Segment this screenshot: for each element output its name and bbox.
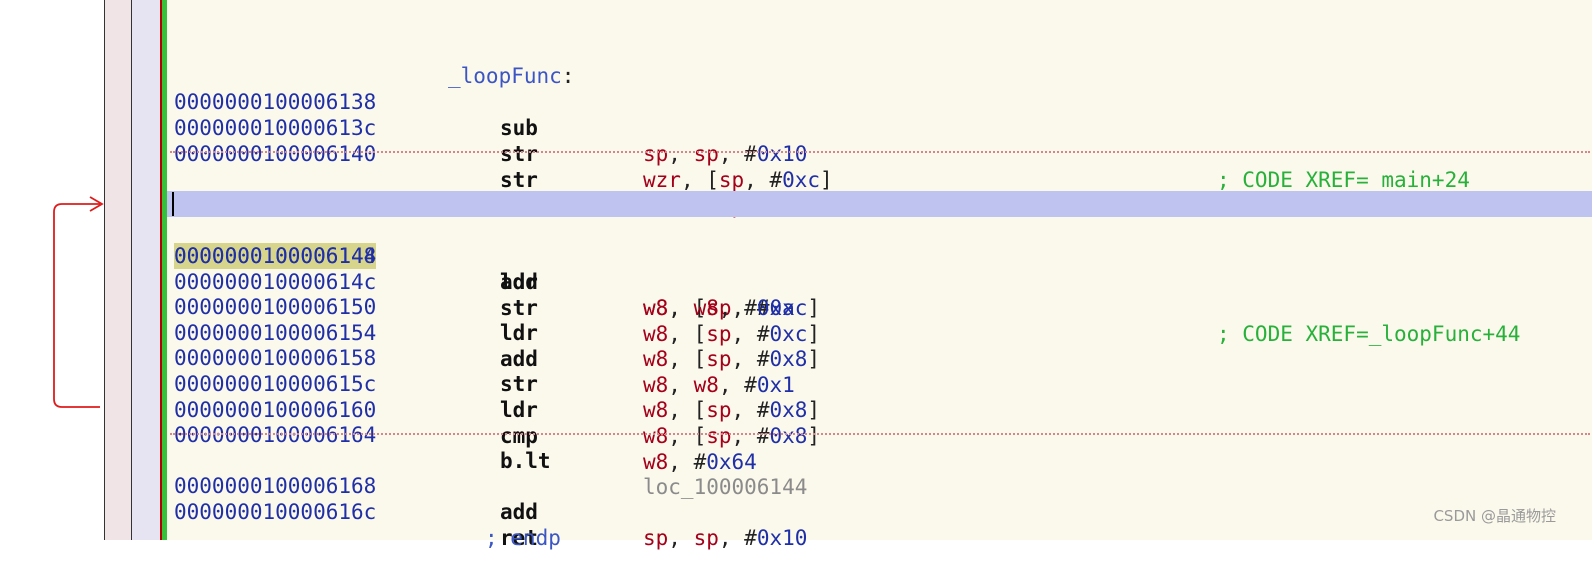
instruction-row[interactable]: 0000000100006154 add w8, w8, #0x1 bbox=[167, 294, 1592, 397]
instruction-row[interactable]: 000000010000614c str w8, [sp, #0xc] bbox=[167, 243, 1592, 346]
instruction-row[interactable]: 0000000100006140 str wzr, [sp, #0x8] bbox=[167, 115, 1592, 218]
instruction-row[interactable]: 000000010000613c str wzr, [sp, #0xc] bbox=[167, 89, 1592, 192]
instruction-row[interactable]: 0000000100006150 ldr w8, [sp, #0x8] bbox=[167, 268, 1592, 371]
address[interactable]: 0000000100006164 bbox=[174, 422, 376, 448]
instruction-row[interactable]: 000000010000615c ldr w8, [sp, #0x8] bbox=[167, 345, 1592, 448]
instruction-row[interactable]: 0000000100006158 str w8, [sp, #0x8] bbox=[167, 319, 1592, 422]
watermark: CSDN @晶通物控 bbox=[1433, 507, 1556, 525]
operands: sp, sp, #0x10 bbox=[643, 526, 808, 550]
instruction-row-selected[interactable]: 0000000100006144 ldr w8, [sp, #0xc] ; CO… bbox=[167, 191, 1592, 346]
block-separator bbox=[170, 433, 1590, 435]
instruction-row[interactable]: 0000000100006164 b.lt loc_100006144 bbox=[167, 396, 1592, 499]
block-separator bbox=[170, 151, 1590, 153]
loc-label-row: loc_100006144: bbox=[167, 165, 1592, 216]
function-label-row: _loopFunc: bbox=[448, 64, 575, 88]
branch-arrow-icon bbox=[53, 196, 104, 408]
operands: sp, sp, #0x10 bbox=[643, 142, 808, 166]
address[interactable]: 0000000100006140 bbox=[174, 141, 376, 167]
instruction-row[interactable]: 0000000100006168 add sp, sp, #0x10 bbox=[167, 447, 1592, 550]
operands: w8, [sp, #0x8] bbox=[643, 424, 821, 448]
instruction-row[interactable]: 000000010000616c ret bbox=[167, 473, 1592, 550]
text-cursor bbox=[172, 192, 174, 216]
mnemonic: str bbox=[500, 142, 538, 166]
breakpoint-strip[interactable] bbox=[132, 0, 162, 540]
instruction-row[interactable]: 0000000100006160 cmp w8, #0x64 bbox=[167, 371, 1592, 474]
mnemonic: cmp bbox=[500, 424, 538, 448]
endp-comment: ; endp bbox=[485, 526, 561, 550]
disassembly-listing[interactable]: _loopFunc: 0000000100006138 sub sp, sp, … bbox=[167, 0, 1592, 550]
instruction-row[interactable]: 0000000100006148 add w8, w8, #0xa bbox=[167, 217, 1592, 320]
instruction-row[interactable]: 0000000100006138 sub sp, sp, #0x10 ; COD… bbox=[167, 63, 1592, 192]
endp-row: ; endp bbox=[167, 499, 1592, 550]
